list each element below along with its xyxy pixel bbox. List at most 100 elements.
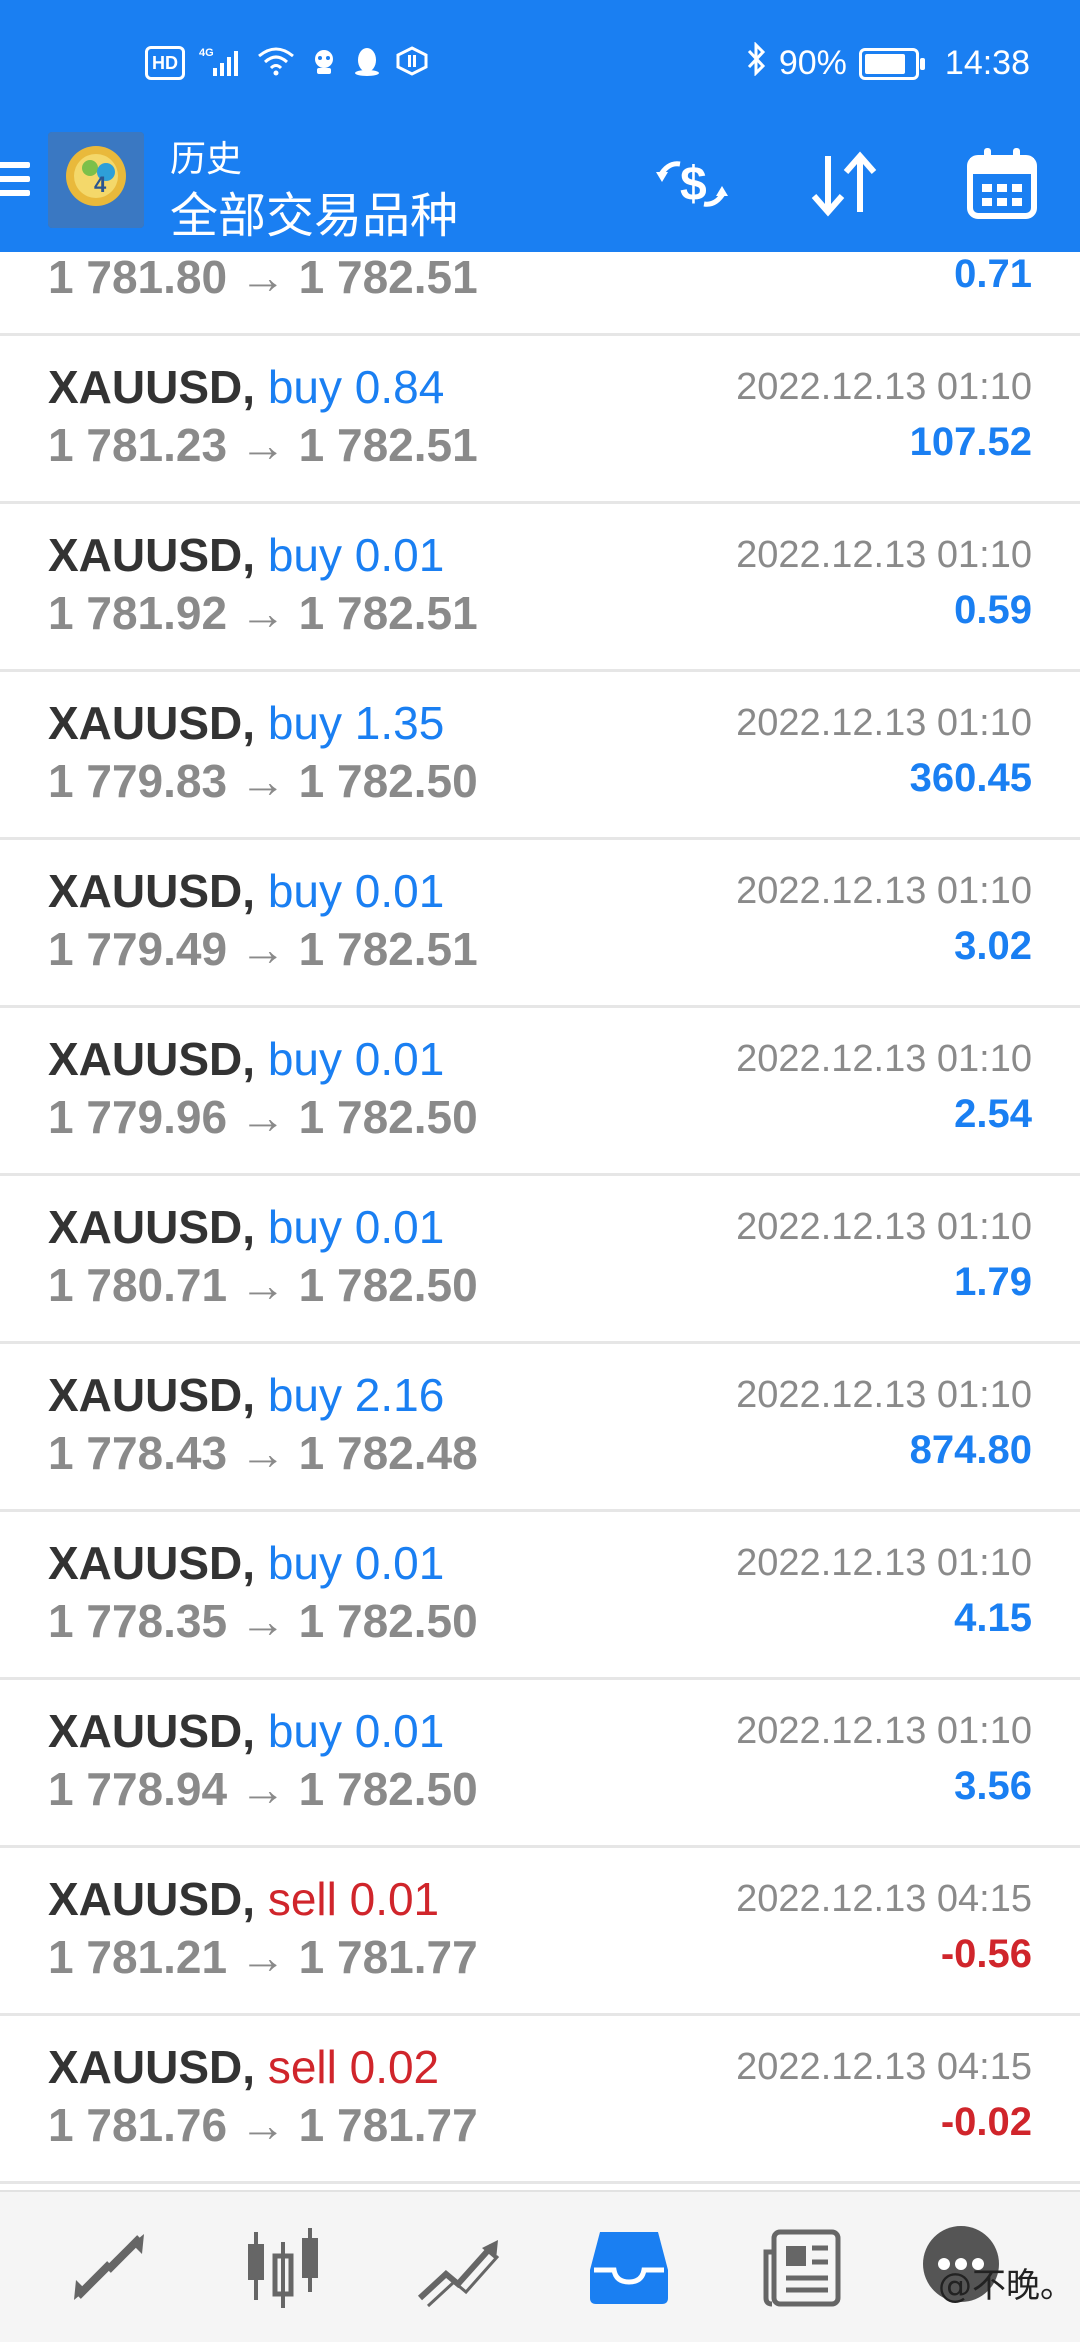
profit-value: 874.80 [909, 1428, 1032, 1472]
list-item[interactable]: XAUUSD, buy 2.16 1 778.43 → 1 782.48 2022.… [0, 1344, 1080, 1512]
symbol: XAUUSD, [48, 1033, 256, 1085]
deal-side: sell 0.01 [267, 1873, 440, 1925]
network-type: 4G [199, 47, 214, 59]
deal-time: 2022.12.13 04:15 [736, 2046, 1032, 2088]
deal-title: XAUUSD, buy 0.01 [48, 528, 444, 582]
chart-line-icon[interactable] [412, 2222, 502, 2312]
list-item-partial[interactable]: 1 781.80 → 1 782.51 0.71 [0, 252, 1080, 336]
symbol: XAUUSD, [48, 529, 256, 581]
price-range: 1 778.35 → 1 782.50 [48, 1595, 478, 1647]
profit-value: 0.71 [954, 252, 1032, 296]
price-range: 1 781.76 → 1 781.77 [48, 2099, 478, 2151]
deal-side: buy 0.01 [267, 529, 445, 581]
symbol: XAUUSD, [48, 865, 256, 917]
symbol: XAUUSD, [48, 697, 256, 749]
history-inbox-icon[interactable] [584, 2222, 674, 2312]
deal-title: XAUUSD, sell 0.02 [48, 2040, 439, 2094]
app-logo: 4 [48, 132, 144, 228]
price-range: 1 778.94 → 1 782.50 [48, 1763, 478, 1815]
symbol: XAUUSD, [48, 1369, 256, 1421]
deal-side: buy 2.16 [267, 1369, 445, 1421]
profit-value: 360.45 [909, 756, 1032, 800]
list-item[interactable]: XAUUSD, buy 0.01 1 778.35 → 1 782.50 2022.… [0, 1512, 1080, 1680]
list-item[interactable]: XAUUSD, buy 1.35 1 779.83 → 1 782.50 2022.… [0, 672, 1080, 840]
calendar-icon[interactable] [960, 142, 1044, 226]
profit-value: -0.02 [940, 2100, 1032, 2144]
deal-side: buy 0.84 [267, 361, 445, 413]
deal-time: 2022.12.13 01:10 [736, 1374, 1032, 1416]
deal-time: 2022.12.13 04:15 [736, 1878, 1032, 1920]
price-range: 1 781.23 → 1 782.51 [48, 419, 478, 471]
symbol: XAUUSD, [48, 1201, 256, 1253]
deal-time: 2022.12.13 01:10 [736, 534, 1032, 576]
page-title[interactable]: 全部交易品种 [170, 176, 458, 246]
list-item[interactable]: XAUUSD, sell 0.02 1 781.76 → 1 781.77 2022… [0, 2016, 1080, 2184]
deal-time: 2022.12.13 01:10 [736, 1038, 1032, 1080]
deal-time: 2022.12.13 01:10 [736, 870, 1032, 912]
profit-value: 1.79 [954, 1260, 1032, 1304]
news-icon[interactable] [758, 2222, 848, 2312]
profit-value: 2.54 [954, 1092, 1032, 1136]
deal-side: buy 0.01 [267, 1033, 445, 1085]
price-range: 1 781.21 → 1 781.77 [48, 1931, 478, 1983]
profit-value: 4.15 [954, 1596, 1032, 1640]
deal-side: buy 0.01 [267, 1705, 445, 1757]
deal-title: XAUUSD, buy 1.35 [48, 696, 444, 750]
app-bar: 4 历史 全部交易品种 $ [0, 130, 1080, 252]
hand-icon [395, 46, 429, 80]
deal-side: sell 0.02 [267, 2041, 440, 2093]
signal-icon: 4G [199, 46, 243, 80]
status-bar: HD 4G 90% 14:38 [0, 0, 1080, 130]
svg-text:$: $ [680, 158, 707, 211]
sort-icon[interactable] [802, 142, 886, 226]
battery-icon [858, 47, 925, 80]
deal-time: 2022.12.13 01:10 [736, 1206, 1032, 1248]
dollar-exchange-icon[interactable]: $ [650, 142, 734, 226]
deal-title: XAUUSD, buy 0.01 [48, 1536, 444, 1590]
profit-value: 0.59 [954, 588, 1032, 632]
list-item[interactable]: XAUUSD, buy 0.01 1 779.96 → 1 782.50 2022.… [0, 1008, 1080, 1176]
list-item[interactable]: XAUUSD, buy 0.01 1 780.71 → 1 782.50 2022.… [0, 1176, 1080, 1344]
hd-indicator: HD [145, 46, 185, 80]
deal-time: 2022.12.13 01:10 [736, 1710, 1032, 1752]
price-range: 1 780.71 → 1 782.50 [48, 1259, 478, 1311]
list-item[interactable]: XAUUSD, buy 0.01 1 781.92 → 1 782.51 2022.… [0, 504, 1080, 672]
deal-title: XAUUSD, sell 0.01 [48, 1872, 439, 1926]
battery-percent: 90% [778, 44, 847, 82]
list-item[interactable]: XAUUSD, buy 0.84 1 781.23 → 1 782.51 2022.… [0, 336, 1080, 504]
list-item[interactable]: XAUUSD, buy 0.01 1 779.49 → 1 782.51 2022.… [0, 840, 1080, 1008]
deal-side: buy 0.01 [267, 865, 445, 917]
deal-title: XAUUSD, buy 0.01 [48, 1200, 444, 1254]
wifi-icon [257, 46, 295, 80]
list-item[interactable]: XAUUSD, sell 0.01 1 781.21 → 1 781.77 2022… [0, 1848, 1080, 2016]
candlestick-icon[interactable] [238, 2222, 328, 2312]
top-bar: HD 4G 90% 14:38 4 历史 全部交易品种 $ [0, 0, 1080, 252]
symbol: XAUUSD, [48, 1537, 256, 1589]
watermark: @不晚。 [938, 2266, 1074, 2306]
trade-arrows-icon[interactable] [64, 2222, 154, 2312]
qq-robot-icon [309, 46, 339, 80]
price-range: 1 778.43 → 1 782.48 [48, 1427, 478, 1479]
symbol: XAUUSD, [48, 361, 256, 413]
clock: 14:38 [944, 44, 1030, 82]
deal-title: XAUUSD, buy 2.16 [48, 1368, 444, 1422]
price-range: 1 779.49 → 1 782.51 [48, 923, 478, 975]
list-item[interactable]: XAUUSD, buy 0.01 1 778.94 → 1 782.50 2022.… [0, 1680, 1080, 1848]
deal-time: 2022.12.13 01:10 [736, 1542, 1032, 1584]
page-subtitle: 历史 [170, 139, 243, 180]
qq-penguin-icon [353, 46, 381, 80]
deal-time: 2022.12.13 01:10 [736, 366, 1032, 408]
deal-title: XAUUSD, buy 0.84 [48, 360, 444, 414]
deal-title: XAUUSD, buy 0.01 [48, 1032, 444, 1086]
deal-side: buy 0.01 [267, 1201, 445, 1253]
menu-button[interactable] [0, 154, 30, 214]
profit-value: -0.56 [940, 1932, 1032, 1976]
price-range: 1 779.96 → 1 782.50 [48, 1091, 478, 1143]
symbol: XAUUSD, [48, 1873, 256, 1925]
bluetooth-icon [745, 41, 767, 85]
bottom-nav: @不晚。 [0, 2190, 1080, 2342]
deal-side: buy 1.35 [267, 697, 445, 749]
history-list[interactable]: 1 781.80 → 1 782.51 0.71 XAUUSD, buy 0.8… [0, 252, 1080, 2190]
deal-title: XAUUSD, buy 0.01 [48, 1704, 444, 1758]
deal-time: 2022.12.13 01:10 [736, 702, 1032, 744]
